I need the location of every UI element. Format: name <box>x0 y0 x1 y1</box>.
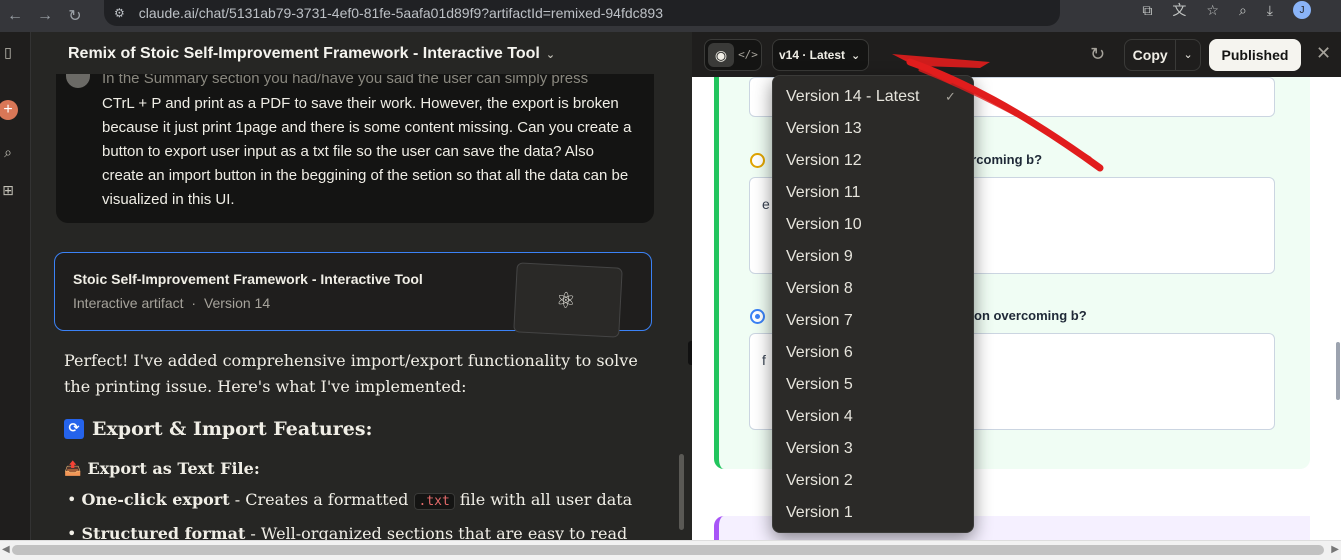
question-label: on overcoming b? <box>974 308 1087 323</box>
answer-text: e <box>762 196 770 212</box>
preview-eye-icon[interactable]: ◉ <box>708 43 734 67</box>
version-option[interactable]: Version 2 <box>773 465 973 497</box>
artifact-version: Version 14 <box>203 295 271 311</box>
sidebar-toggle-icon[interactable]: ▯ <box>0 44 16 61</box>
translate-icon[interactable]: 文 <box>1172 0 1186 20</box>
forward-icon[interactable]: → <box>30 7 60 25</box>
url-text: claude.ai/chat/5131ab79-3731-4ef0-81fe-5… <box>138 5 663 21</box>
artifact-card[interactable]: Stoic Self-Improvement Framework - Inter… <box>54 252 652 338</box>
response-heading: ⟳ Export & Import Features: <box>64 418 373 440</box>
site-info-icon[interactable]: ⚙ <box>114 6 125 20</box>
response-subheading: 📤 Export as Text File: <box>64 459 260 478</box>
close-icon[interactable]: ✕ <box>1316 43 1331 64</box>
artifact-thumbnail: ⚛ <box>513 262 623 338</box>
lens-icon[interactable]: ⌕ <box>1239 2 1247 19</box>
reload-icon[interactable]: ↻ <box>60 6 90 26</box>
screen: ← → ↻ ⚙ claude.ai/chat/5131ab79-3731-4ef… <box>0 0 1341 560</box>
artifact-type: Interactive artifact <box>73 295 184 311</box>
chat-title-button[interactable]: Remix of Stoic Self-Improvement Framewor… <box>68 45 555 63</box>
scroll-right-icon[interactable]: ▶ <box>1331 544 1339 555</box>
copy-button-group: Copy ⌄ <box>1124 39 1201 71</box>
address-bar[interactable]: ⚙ claude.ai/chat/5131ab79-3731-4ef0-81fe… <box>104 0 1060 26</box>
version-option[interactable]: Version 8 <box>773 273 973 305</box>
download-icon[interactable]: ⤓ <box>1267 2 1273 19</box>
chat-scrollbar[interactable] <box>679 454 684 530</box>
bookmark-star-icon[interactable]: ☆ <box>1206 2 1219 19</box>
atom-icon: ⚛ <box>555 287 577 314</box>
chevron-down-icon[interactable]: ⌄ <box>1176 40 1200 70</box>
response-heading-text: Export & Import Features: <box>92 418 373 440</box>
chat-title: Remix of Stoic Self-Improvement Framewor… <box>68 45 540 62</box>
horizontal-scrollbar-thumb[interactable] <box>12 545 1324 555</box>
user-message-text: CTrL + P and print as a PDF to save thei… <box>102 95 632 208</box>
browser-actions: ⧉ 文 ☆ ⌕ ⤓ J <box>1142 0 1311 20</box>
horizontal-scrollbar[interactable]: ◀ ▶ <box>0 540 1341 560</box>
bullet1-text-a: - Creates a formatted <box>229 490 414 509</box>
install-icon[interactable]: ⧉ <box>1142 2 1152 19</box>
status-radio[interactable] <box>750 153 765 168</box>
new-chat-button[interactable]: + <box>0 100 18 120</box>
version-select-label: v14 · Latest <box>779 48 846 62</box>
code-icon[interactable]: </> <box>737 43 759 67</box>
scroll-left-icon[interactable]: ◀ <box>2 544 10 555</box>
red-annotation-arrow <box>892 54 1104 172</box>
artifact-card-title: Stoic Self-Improvement Framework - Inter… <box>73 271 423 287</box>
version-option[interactable]: Version 4 <box>773 401 973 433</box>
copy-button[interactable]: Copy <box>1125 40 1177 70</box>
version-option[interactable]: Version 10 <box>773 209 973 241</box>
response-subheading-text: Export as Text File: <box>87 459 260 478</box>
search-icon[interactable]: ⌕ <box>0 144 16 161</box>
version-option[interactable]: Version 7 <box>773 305 973 337</box>
user-message: In the Summary section you had/have you … <box>56 74 654 223</box>
version-option[interactable]: Version 11 <box>773 177 973 209</box>
list-item: • Structured format - Well-organized sec… <box>67 524 627 540</box>
user-avatar <box>66 74 90 88</box>
published-button[interactable]: Published <box>1209 39 1301 71</box>
bullet2-bold: Structured format <box>81 524 246 540</box>
version-option[interactable]: Version 1 <box>773 497 973 529</box>
version-option[interactable]: Version 5 <box>773 369 973 401</box>
list-item: • One-click export - Creates a formatted… <box>67 490 633 510</box>
artifact-scrollbar[interactable] <box>1336 342 1340 400</box>
profile-avatar[interactable]: J <box>1293 1 1311 19</box>
projects-icon[interactable]: ⊞ <box>0 182 16 199</box>
artifact-card-subtitle: Interactive artifact · Version 14 <box>73 295 270 311</box>
sync-icon: ⟳ <box>64 419 84 439</box>
version-option[interactable]: Version 9 <box>773 241 973 273</box>
outbox-tray-icon: 📤 <box>64 460 82 477</box>
back-icon[interactable]: ← <box>0 7 30 25</box>
chat-pane: Remix of Stoic Self-Improvement Framewor… <box>31 32 692 540</box>
separator-dot: · <box>191 295 197 311</box>
view-toggle: ◉ </> <box>704 39 762 71</box>
status-radio[interactable] <box>750 309 765 324</box>
response-paragraph: Perfect! I've added comprehensive import… <box>64 351 638 396</box>
user-message-partial-line: In the Summary section you had/have you … <box>102 74 589 87</box>
bullet2-text: - Well-organized sections that are easy … <box>245 524 628 540</box>
browser-toolbar: ← → ↻ ⚙ claude.ai/chat/5131ab79-3731-4ef… <box>0 0 1341 32</box>
inline-code: .txt <box>413 493 455 510</box>
bullet1-text-b: file with all user data <box>454 490 633 509</box>
version-select-button[interactable]: v14 · Latest ⌄ <box>772 39 869 71</box>
version-option[interactable]: Version 3 <box>773 433 973 465</box>
version-option[interactable]: Version 6 <box>773 337 973 369</box>
answer-text: f <box>762 352 766 368</box>
chevron-down-icon: ⌄ <box>545 48 556 61</box>
bullet1-bold: One-click export <box>81 490 230 509</box>
sidebar-rail: ▯ + ⌕ ⊞ <box>0 32 31 540</box>
chevron-down-icon: ⌄ <box>851 49 861 62</box>
